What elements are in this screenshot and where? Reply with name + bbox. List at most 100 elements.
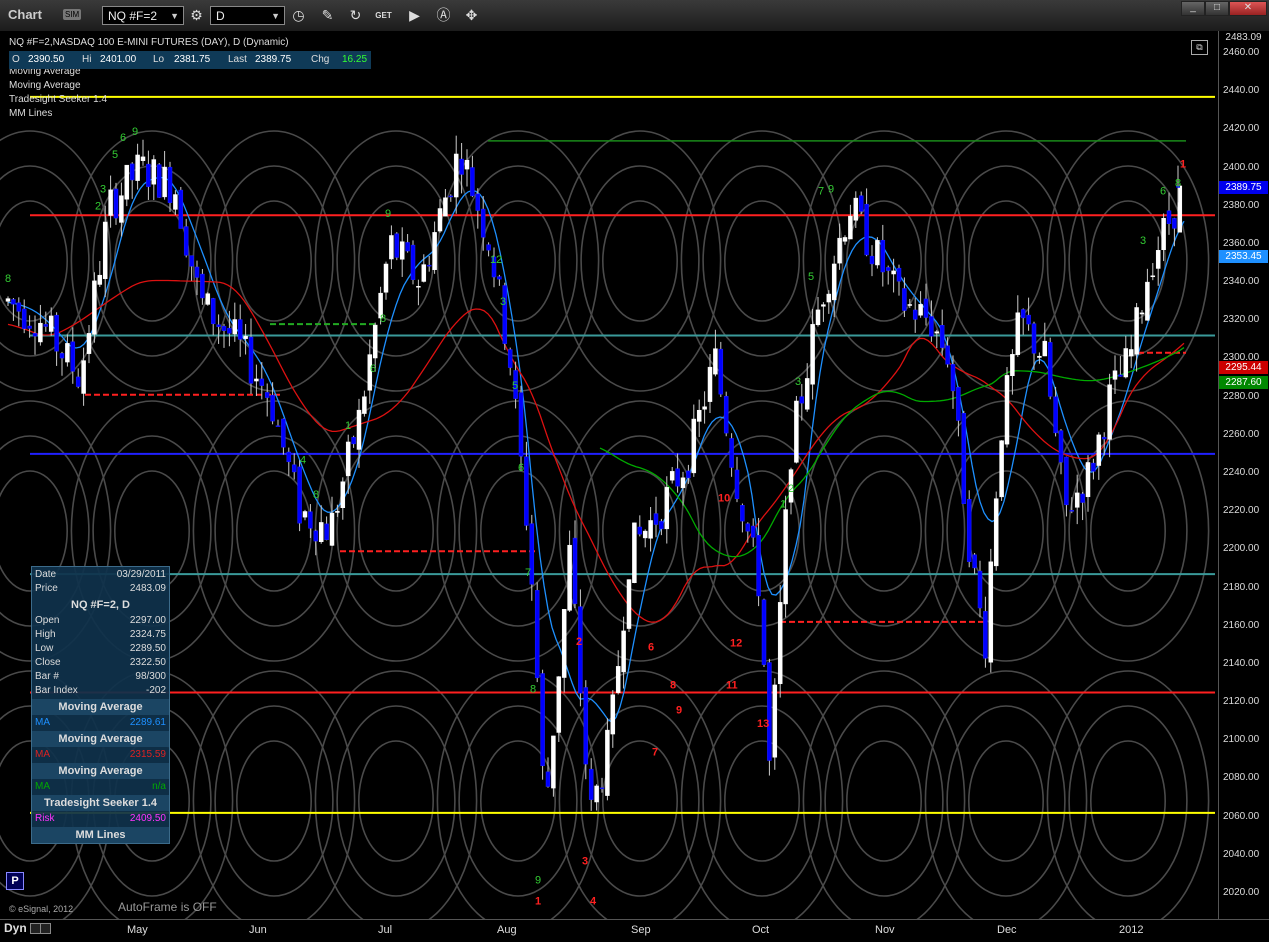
seeker-count: 1 bbox=[1180, 159, 1186, 171]
close-value: 2322.50 bbox=[129, 657, 166, 668]
symbol-input[interactable]: NQ #F=2 ▼ bbox=[102, 6, 184, 25]
candle-body bbox=[772, 684, 778, 758]
candle-body bbox=[761, 599, 767, 665]
minimize-button[interactable]: _ bbox=[1181, 1, 1205, 16]
time-axis-label: Dec bbox=[997, 924, 1017, 936]
interval-input[interactable]: D ▼ bbox=[210, 6, 285, 25]
data-window-symbol: NQ #F=2, D bbox=[71, 599, 130, 611]
candle-body bbox=[1069, 510, 1075, 512]
candle-body bbox=[1161, 218, 1166, 251]
price-axis-label: 2280.00 bbox=[1223, 390, 1260, 402]
candle-body bbox=[1058, 430, 1064, 463]
cycle-icon[interactable]: ↻ bbox=[346, 6, 365, 25]
candle-body bbox=[999, 440, 1004, 498]
close-button[interactable]: ✕ bbox=[1229, 1, 1267, 16]
cursor-icon[interactable]: ✥ bbox=[462, 6, 481, 25]
candle-body bbox=[119, 195, 124, 223]
candle-body bbox=[70, 341, 76, 372]
candle-body bbox=[410, 244, 416, 280]
candle-body bbox=[707, 366, 713, 402]
candle-body bbox=[335, 511, 340, 513]
candle-body bbox=[124, 164, 130, 200]
seeker-count: 8 bbox=[1175, 178, 1181, 190]
price-axis-label: 2060.00 bbox=[1223, 810, 1260, 822]
seeker-count: 8 bbox=[5, 273, 11, 285]
price-tag: 2287.60 bbox=[1219, 376, 1268, 390]
candle-body bbox=[389, 235, 394, 260]
open-value: 2297.00 bbox=[129, 615, 166, 626]
candle-body bbox=[842, 237, 848, 242]
pencil-icon[interactable]: ✎ bbox=[318, 6, 337, 25]
candle-body bbox=[831, 263, 837, 301]
time-axis-label: Jun bbox=[249, 924, 267, 936]
candle-body bbox=[853, 197, 859, 221]
candle-body bbox=[972, 554, 977, 569]
candle-body bbox=[518, 392, 524, 457]
restore-icon[interactable]: ⧉ bbox=[1191, 40, 1208, 55]
chevron-down-icon[interactable]: ▼ bbox=[271, 7, 280, 26]
clock-icon[interactable]: ◷ bbox=[289, 6, 308, 25]
candle-body bbox=[912, 309, 918, 320]
candle-body bbox=[81, 360, 86, 394]
seeker-count: 4 bbox=[300, 454, 306, 466]
seeker-count: 3 bbox=[795, 376, 801, 388]
dyn-toggle-2[interactable] bbox=[40, 923, 51, 934]
candle-body bbox=[837, 237, 842, 264]
price-axis-label: 2080.00 bbox=[1223, 772, 1260, 784]
candle-body bbox=[567, 544, 572, 611]
candle-body bbox=[151, 159, 157, 185]
candle-body bbox=[394, 233, 400, 258]
candle-body bbox=[372, 324, 378, 359]
price-chart[interactable]: 82356 94816891235678912357 936812346897101… bbox=[0, 31, 1218, 919]
candle-body bbox=[313, 530, 319, 542]
time-axis-label: Sep bbox=[631, 924, 651, 936]
seeker-count: 5 bbox=[512, 380, 518, 392]
low-label: Lo bbox=[153, 54, 165, 65]
candle-body bbox=[956, 387, 961, 421]
candle-body bbox=[669, 471, 675, 481]
candle-body bbox=[794, 400, 799, 463]
price-axis-label: 2340.00 bbox=[1223, 276, 1260, 288]
price-axis[interactable]: 2460.00 2440.00 2420.00 2400.00 2380.00 2360.… bbox=[1218, 31, 1269, 919]
candle-body bbox=[173, 194, 178, 210]
bar-index-label: Bar Index bbox=[35, 685, 78, 696]
candle-body bbox=[200, 273, 205, 299]
ma2-label: MA bbox=[35, 749, 50, 760]
seeker-count: 1 bbox=[345, 420, 351, 432]
candle-body bbox=[777, 602, 783, 685]
chevron-down-icon[interactable]: ▼ bbox=[170, 7, 179, 26]
candle-body bbox=[1020, 309, 1026, 319]
candle-body bbox=[43, 324, 49, 327]
p-button[interactable]: P bbox=[6, 872, 24, 890]
candle-body bbox=[1004, 375, 1010, 445]
time-axis-label: Aug bbox=[497, 924, 517, 936]
play-icon[interactable]: ▶ bbox=[405, 6, 424, 25]
seeker-count: 3 bbox=[500, 296, 506, 308]
draw-tool-icon[interactable]: Ⓐ bbox=[434, 6, 453, 25]
candle-body bbox=[1139, 312, 1145, 315]
gear-icon[interactable]: ⚙ bbox=[187, 6, 206, 25]
candle-body bbox=[945, 345, 950, 365]
candle-body bbox=[696, 409, 702, 422]
candle-body bbox=[821, 304, 826, 307]
candle-body bbox=[113, 188, 119, 219]
candle-body bbox=[961, 413, 967, 504]
candle-body bbox=[97, 274, 103, 285]
candle-body bbox=[189, 255, 194, 267]
seeker-count: 1 bbox=[780, 498, 786, 510]
price-axis-label: 2400.00 bbox=[1223, 161, 1260, 173]
last-label: Last bbox=[228, 54, 247, 65]
get-icon[interactable]: GET bbox=[374, 6, 393, 25]
candle-body bbox=[680, 477, 686, 489]
candle-body bbox=[146, 163, 151, 187]
candle-body bbox=[551, 735, 556, 789]
seeker-count: 5 bbox=[112, 149, 118, 161]
maximize-button[interactable]: □ bbox=[1205, 1, 1229, 16]
candle-body bbox=[977, 570, 983, 609]
candle-body bbox=[362, 396, 367, 414]
price-axis-label: 2040.00 bbox=[1223, 848, 1260, 860]
price-axis-label: 2100.00 bbox=[1223, 734, 1260, 746]
data-window[interactable]: Date 03/29/2011 Price 2483.09 NQ #F=2, D O… bbox=[31, 566, 170, 844]
candle-body bbox=[610, 694, 616, 735]
time-axis[interactable]: May Jun Jul Aug Sep Oct Nov Dec 2012 bbox=[0, 919, 1269, 942]
